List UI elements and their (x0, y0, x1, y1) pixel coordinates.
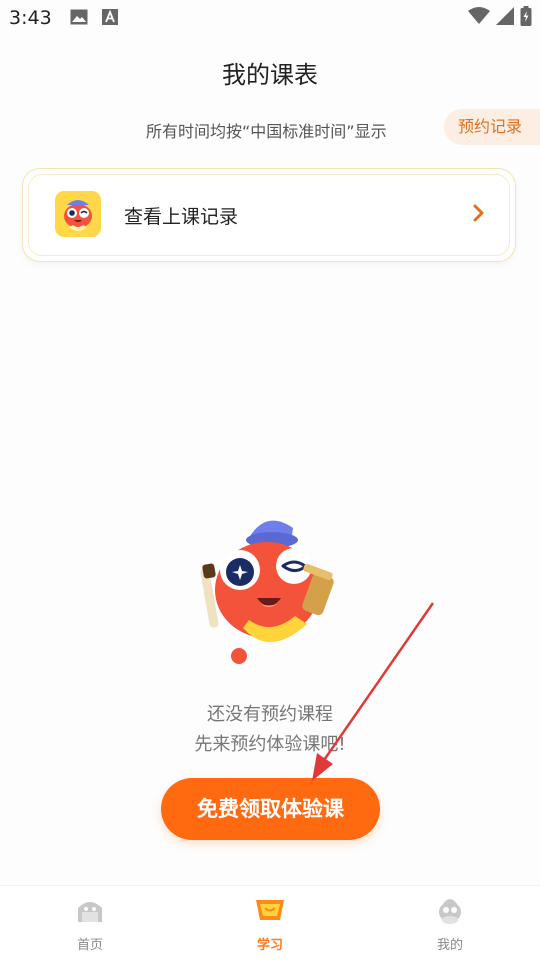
mascot-icon (55, 191, 101, 237)
class-record-card[interactable]: 查看上课记录 (22, 168, 516, 262)
nav-label-study: 学习 (256, 938, 283, 953)
wifi-icon (468, 7, 490, 29)
battery-charging-icon (520, 6, 532, 30)
free-trial-button[interactable]: 免费领取体验课 (161, 778, 380, 840)
status-bar: 3:43 (0, 0, 540, 36)
timezone-note: 所有时间均按“中国标准时间”显示 (146, 122, 387, 141)
status-time: 3:43 (9, 7, 52, 29)
page-title: 我的课表 (222, 61, 318, 89)
bottom-nav: 首页 学习 我的 (0, 885, 540, 960)
profile-icon (434, 896, 466, 924)
nav-label-profile: 我的 (436, 938, 463, 953)
text-a-icon (102, 9, 118, 29)
mascot-illustration (195, 508, 345, 668)
empty-state-title: 还没有预约课程 (207, 704, 333, 725)
card-label: 查看上课记录 (124, 206, 239, 228)
nav-item-study[interactable]: 学习 (180, 886, 360, 960)
nav-item-home[interactable]: 首页 (0, 886, 180, 960)
schedule-screen: 3:43 我的课表 所有时间均按“中国标准时间”显示 预约记录 查看上课记录 还… (0, 0, 540, 960)
empty-state-subtitle: 先来预约体验课吧! (194, 734, 346, 755)
nav-item-profile[interactable]: 我的 (360, 886, 540, 960)
nav-label-home: 首页 (76, 938, 103, 953)
booking-record-button[interactable]: 预约记录 (444, 109, 540, 145)
home-icon (74, 896, 106, 924)
chevron-right-icon (473, 204, 485, 226)
signal-icon (496, 7, 514, 29)
study-icon (254, 896, 286, 924)
image-icon (70, 9, 88, 29)
